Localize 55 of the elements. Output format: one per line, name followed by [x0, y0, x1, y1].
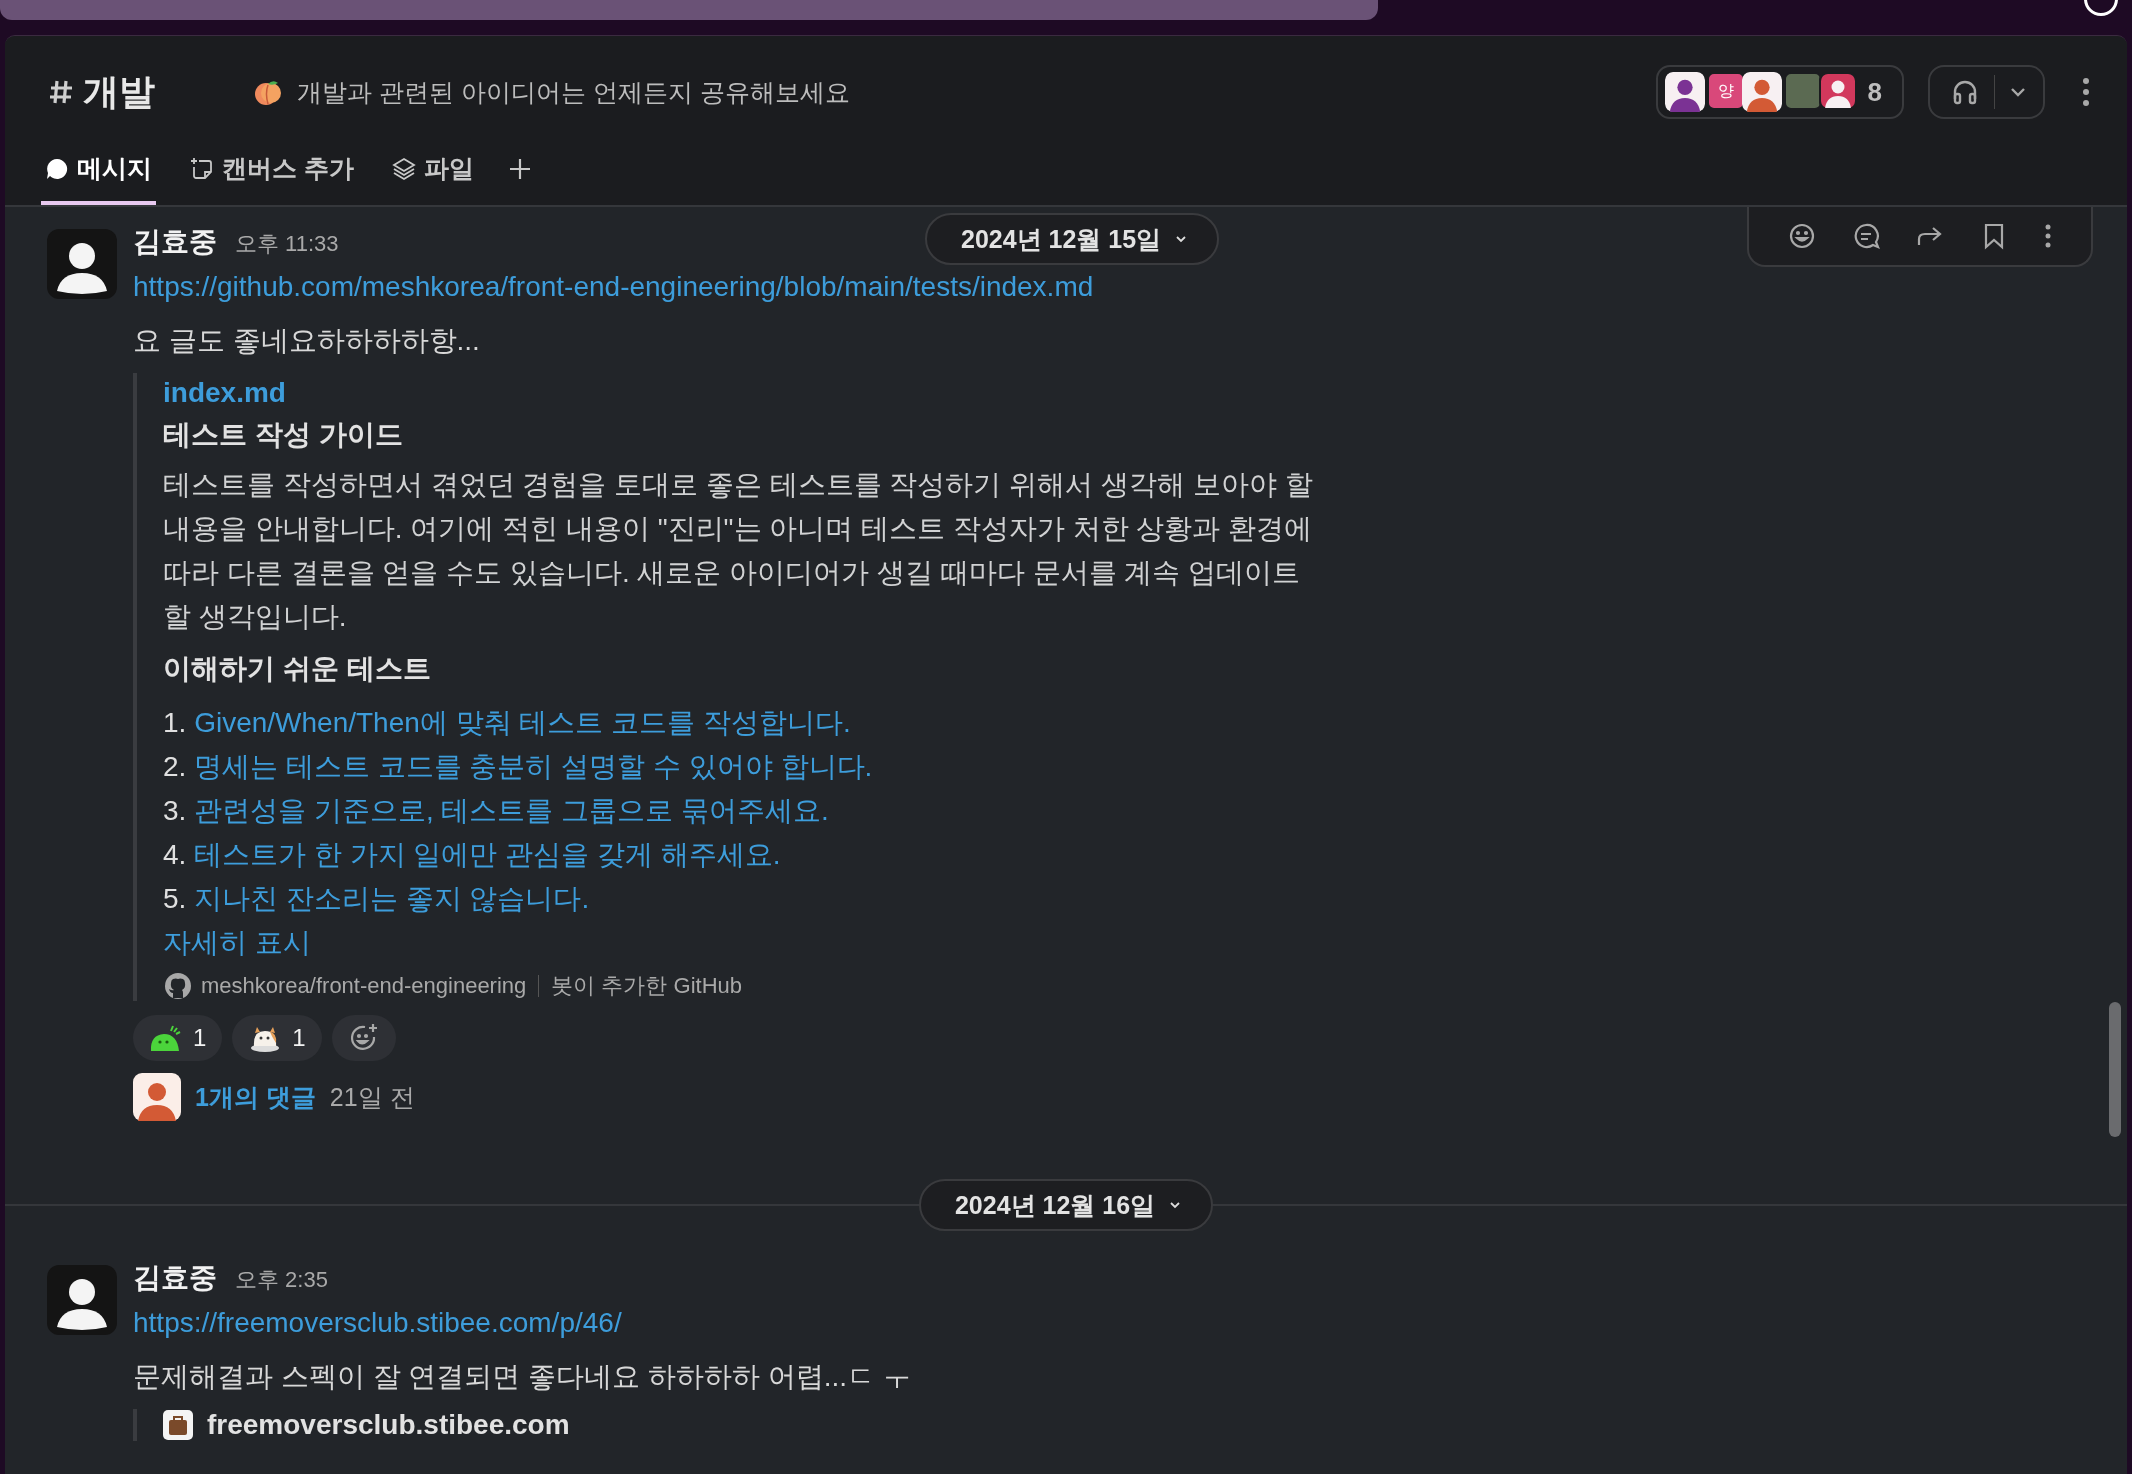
chevron-down-icon [1169, 1199, 1182, 1211]
author-name[interactable]: 김효중 [133, 223, 217, 261]
date-divider-pill[interactable]: 2024년 12월 16일 [918, 1179, 1214, 1231]
avatar-icon [1664, 72, 1705, 112]
emoji-icon[interactable] [1787, 221, 1817, 251]
layers-icon [391, 156, 416, 181]
add-tab-icon[interactable] [507, 156, 532, 181]
message-text: 요 글도 좋네요하하하하항... [133, 324, 481, 358]
author-name[interactable]: 김효중 [133, 1259, 217, 1297]
embed-list-item: 3. 관련성을 기준으로, 테스트를 그룹으로 묶어주세요. [163, 794, 830, 828]
avatar-icon [1818, 72, 1857, 110]
message-time[interactable]: 오후 2:35 [235, 1265, 328, 1295]
embed-source-note: 봇이 추가한 GitHub [551, 972, 742, 1000]
chevron-down-icon [1175, 233, 1188, 245]
user-avatar-icon[interactable] [47, 1265, 117, 1335]
embed-title-link[interactable]: index.md [163, 373, 1313, 413]
embed-subheading: 이해하기 쉬운 테스트 [163, 652, 432, 686]
members-button[interactable]: 양 8 [1655, 65, 1904, 119]
add-reaction-button[interactable] [331, 1015, 396, 1061]
scrollbar-thumb[interactable] [2109, 1002, 2121, 1137]
suitcase-icon [163, 1410, 193, 1440]
message-time[interactable]: 오후 11:33 [235, 229, 339, 259]
message-link[interactable]: https://github.com/meshkorea/front-end-engineering/blob/main/tests/index.md [133, 267, 1313, 307]
embed-paragraph: 테스트를 작성하면서 겪었던 경험을 토대로 좋은 테스트를 작성하기 위해서 생각해 보아야 할 내용을 안내합니다. 여기에 적힌 내용이 "진리"는 아니며 테스트 작성자가 처한 상황과 환경에 따라 다른 결론을 얻을 수도 있습니다. 새로운 아이디어가 생길 때마다 문서를 계속 업데이트 할 생각입니다. [163, 468, 1313, 634]
message-text: 문제해결과 스펙이 잘 연결되면 좋다네요 하하하하 어렵...ㄷ ㅜ [133, 1360, 911, 1394]
embed-heading: 테스트 작성 가이드 [163, 418, 404, 452]
canvas-add-icon [190, 156, 214, 181]
hash-icon [49, 79, 73, 105]
github-logo-icon [163, 971, 193, 1001]
thread-last-reply-time: 21일 전 [329, 1081, 415, 1113]
embed-list-item: 2. 명세는 테스트 코드를 충분히 설명할 수 있어야 합니다. [163, 750, 874, 784]
avatar-icon [1741, 72, 1782, 112]
message-link[interactable]: https://freemoversclub.stibee.com/p/46/ [133, 1303, 911, 1343]
more-icon[interactable] [2081, 77, 2091, 107]
embed-list-item: 5. 지나친 잔소리는 좋지 않습니다. [163, 882, 591, 916]
reaction-button[interactable]: 1 [232, 1015, 322, 1061]
embed-list-item: 4. 테스트가 한 가지 일에만 관심을 갖게 해주세요. [163, 838, 782, 872]
channel-name[interactable]: 개발 [83, 67, 155, 117]
embed-list-item: 1. Given/When/Then에 맞춰 테스트 코드를 작성합니다. [163, 706, 852, 740]
embed-source[interactable]: meshkorea/front-end-engineering [201, 973, 527, 999]
message-bubble-icon [45, 156, 69, 181]
tab[interactable]: 캔버스 추가 [186, 152, 358, 205]
date-divider-pill[interactable]: 2024년 12월 15일 [925, 213, 1220, 265]
avatar-letter: 양 [1706, 72, 1745, 110]
embed-site-name[interactable]: freemoversclub.stibee.com [207, 1409, 570, 1441]
reply-avatar-icon[interactable] [133, 1073, 181, 1121]
reaction-button[interactable]: 1 [133, 1015, 223, 1061]
user-avatar-icon[interactable] [47, 229, 117, 299]
blob-emoji-icon [149, 1023, 183, 1053]
channel-topic: 개발과 관련된 아이디어는 언제든지 공유해보세요 [297, 76, 850, 108]
tab[interactable]: 메시지 [41, 152, 156, 205]
thread-replies-link[interactable]: 1개의 댓글 [195, 1080, 316, 1114]
huddle-button[interactable] [1928, 65, 2045, 119]
tab[interactable]: 파일 [387, 152, 478, 205]
show-more-link[interactable]: 자세히 표시 [163, 921, 1313, 965]
